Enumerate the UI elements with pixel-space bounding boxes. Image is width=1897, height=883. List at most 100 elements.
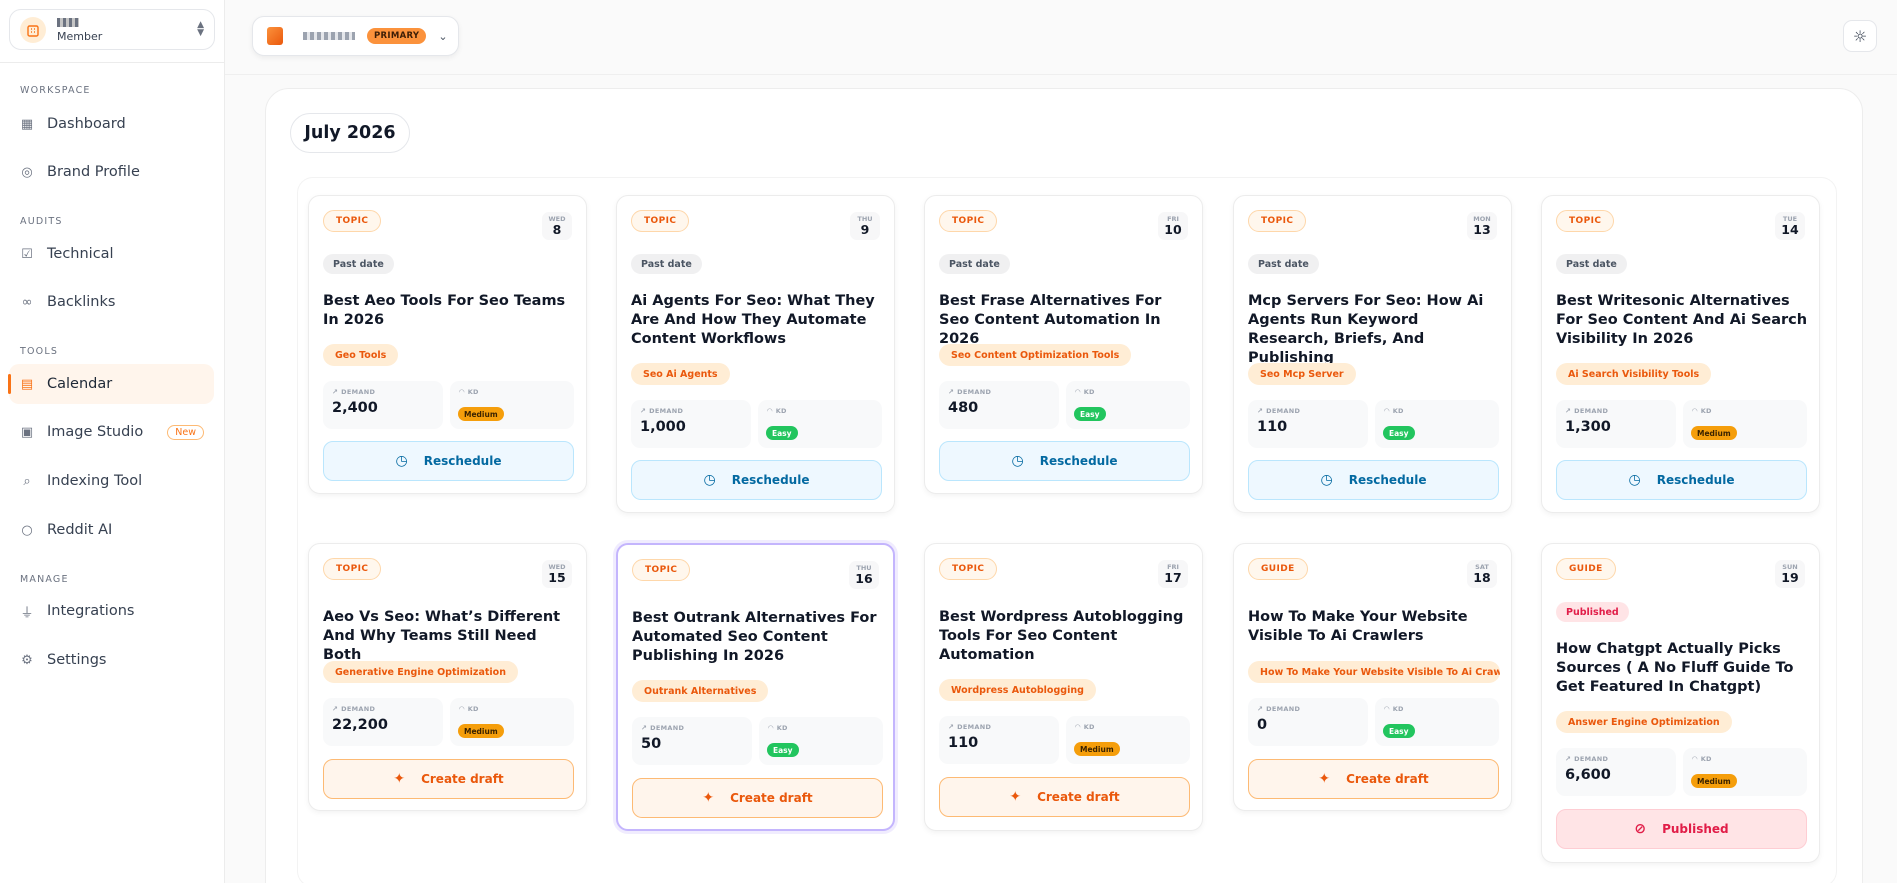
calendar-card[interactable]: TOPIC THU 9 Past date Ai Agents For Seo: … bbox=[616, 195, 895, 513]
gear-icon: ⚙ bbox=[21, 652, 33, 668]
brand-switcher[interactable]: PRIMARY ⌄ bbox=[252, 16, 459, 56]
type-badge: GUIDE bbox=[1556, 558, 1616, 580]
calendar-card[interactable]: TOPIC MON 13 Past date Mcp Servers For Se… bbox=[1233, 195, 1512, 513]
section-label-tools: TOOLS bbox=[20, 346, 59, 357]
sidebar-item-reddit-ai[interactable]: ○ Reddit AI bbox=[9, 510, 214, 550]
trend-icon: ↗ bbox=[1257, 705, 1264, 713]
image-icon: ▣ bbox=[20, 424, 34, 440]
kd-metric: ◠ KD Medium bbox=[1683, 748, 1807, 796]
calendar-card[interactable]: TOPIC WED 8 Past date Best Aeo Tools For … bbox=[308, 195, 587, 494]
gauge-icon: ◠ bbox=[1692, 407, 1698, 415]
kd-label: KD bbox=[1083, 388, 1095, 396]
kd-metric: ◠ KD Medium bbox=[1066, 716, 1190, 764]
kd-badge: Easy bbox=[1383, 724, 1415, 738]
sun-icon: ☼ bbox=[1852, 26, 1868, 46]
card-title: Best Frase Alternatives For Seo Content … bbox=[939, 293, 1162, 347]
calendar-card[interactable]: TOPIC WED 15 Aeo Vs Seo: What’s Different… bbox=[308, 543, 587, 811]
demand-label: DEMAND bbox=[1574, 755, 1609, 763]
chevron-up-down-icon: ▲ ▼ bbox=[197, 20, 204, 38]
calendar-card[interactable]: TOPIC TUE 14 Past date Best Writesonic Al… bbox=[1541, 195, 1820, 513]
trend-icon: ↗ bbox=[1257, 407, 1264, 415]
month-label: July 2026 bbox=[290, 113, 410, 153]
clipboard-check-icon: ☑ bbox=[21, 246, 33, 262]
sidebar-item-label: Technical bbox=[47, 246, 114, 262]
demand-label: DEMAND bbox=[1266, 407, 1301, 415]
kd-badge: Medium bbox=[1691, 426, 1737, 440]
date-badge: WED 8 bbox=[542, 212, 572, 240]
demand-value: 1,000 bbox=[640, 419, 686, 435]
demand-label: DEMAND bbox=[341, 388, 376, 396]
sidebar-item-brand-profile[interactable]: ◎ Brand Profile bbox=[9, 152, 214, 192]
day-number: 8 bbox=[552, 222, 562, 237]
card-title: How Chatgpt Actually Picks Sources ( A N… bbox=[1556, 641, 1794, 695]
reschedule-button[interactable]: ◷ Reschedule bbox=[939, 441, 1190, 481]
kd-metric: ◠ KD Easy bbox=[1375, 698, 1499, 746]
kd-label: KD bbox=[1700, 407, 1712, 415]
demand-value: 110 bbox=[948, 735, 979, 751]
button-label: Reschedule bbox=[1656, 473, 1735, 487]
day-number: 15 bbox=[548, 570, 566, 585]
day-number: 13 bbox=[1473, 222, 1491, 237]
date-badge: WED 15 bbox=[542, 560, 572, 588]
sidebar-item-label: Integrations bbox=[47, 603, 135, 619]
type-badge: TOPIC bbox=[939, 558, 998, 580]
published-button[interactable]: ⊘ Published bbox=[1556, 809, 1807, 849]
kd-label: KD bbox=[1392, 705, 1404, 713]
theme-toggle-button[interactable]: ☼ bbox=[1843, 20, 1877, 52]
account-avatar bbox=[20, 16, 46, 43]
reschedule-button[interactable]: ◷ Reschedule bbox=[323, 441, 574, 481]
day-number: 10 bbox=[1164, 222, 1182, 237]
calendar-icon: ▤ bbox=[20, 376, 34, 392]
kd-badge: Easy bbox=[766, 426, 798, 440]
day-number: 16 bbox=[855, 571, 873, 586]
section-label-audits: AUDITS bbox=[20, 216, 63, 227]
trend-icon: ↗ bbox=[948, 723, 955, 731]
demand-value: 480 bbox=[948, 400, 979, 416]
reschedule-button[interactable]: ◷ Reschedule bbox=[631, 460, 882, 500]
account-name-redacted bbox=[57, 17, 79, 27]
calendar-card[interactable]: GUIDE SUN 19 Published How Chatgpt Actual… bbox=[1541, 543, 1820, 863]
demand-metric: ↗ DEMAND 22,200 bbox=[323, 698, 443, 746]
date-badge: THU 9 bbox=[850, 212, 880, 240]
trend-icon: ↗ bbox=[332, 388, 339, 396]
trend-icon: ↗ bbox=[948, 388, 955, 396]
account-switcher[interactable]: Member ▲ ▼ bbox=[9, 9, 215, 50]
divider bbox=[0, 62, 225, 63]
create-draft-button[interactable]: ✦ Create draft bbox=[939, 777, 1190, 817]
gauge-icon: ◠ bbox=[459, 705, 465, 713]
sidebar-item-technical[interactable]: ☑ Technical bbox=[9, 234, 214, 274]
button-label: Reschedule bbox=[731, 473, 810, 487]
sidebar-item-label: Reddit AI bbox=[47, 522, 113, 538]
reschedule-button[interactable]: ◷ Reschedule bbox=[1556, 460, 1807, 500]
status-badge: Past date bbox=[323, 254, 394, 274]
create-draft-button[interactable]: ✦ Create draft bbox=[632, 778, 883, 818]
card-title: Ai Agents For Seo: What They Are And How… bbox=[631, 293, 875, 347]
calendar-card[interactable]: TOPIC THU 16 Best Outrank Alternatives Fo… bbox=[616, 543, 895, 831]
create-draft-button[interactable]: ✦ Create draft bbox=[323, 759, 574, 799]
calendar-clock-icon: ◷ bbox=[395, 453, 408, 469]
sidebar-item-dashboard[interactable]: ▦ Dashboard bbox=[9, 104, 214, 144]
reschedule-button[interactable]: ◷ Reschedule bbox=[1248, 460, 1499, 500]
sidebar-item-settings[interactable]: ⚙ Settings bbox=[9, 640, 214, 680]
brand-logo bbox=[267, 27, 283, 45]
type-badge: GUIDE bbox=[1248, 558, 1308, 580]
keyword-tag: Wordpress Autoblogging bbox=[939, 679, 1096, 701]
gauge-icon: ◠ bbox=[1384, 407, 1390, 415]
calendar-card[interactable]: TOPIC FRI 10 Past date Best Frase Alterna… bbox=[924, 195, 1203, 494]
sidebar-item-indexing-tool[interactable]: ⌕ Indexing Tool bbox=[9, 461, 214, 501]
calendar-card[interactable]: TOPIC FRI 17 Best Wordpress Autoblogging … bbox=[924, 543, 1203, 831]
calendar-clock-icon: ◷ bbox=[1628, 472, 1641, 488]
sidebar-item-integrations[interactable]: ⏚ Integrations bbox=[9, 591, 214, 631]
demand-metric: ↗ DEMAND 480 bbox=[939, 381, 1059, 429]
sidebar-item-backlinks[interactable]: ∞ Backlinks bbox=[9, 282, 214, 322]
sidebar-item-calendar[interactable]: ▤ Calendar bbox=[8, 364, 214, 404]
button-label: Published bbox=[1662, 822, 1729, 836]
create-draft-button[interactable]: ✦ Create draft bbox=[1248, 759, 1499, 799]
sparkle-icon: ✦ bbox=[702, 790, 715, 806]
kd-label: KD bbox=[776, 724, 788, 732]
kd-badge: Medium bbox=[1691, 774, 1737, 788]
trend-icon: ↗ bbox=[640, 407, 647, 415]
demand-label: DEMAND bbox=[649, 407, 684, 415]
calendar-card[interactable]: GUIDE SAT 18 How To Make Your Website Vis… bbox=[1233, 543, 1512, 811]
sidebar-item-image-studio[interactable]: ▣ Image Studio New bbox=[9, 412, 214, 452]
